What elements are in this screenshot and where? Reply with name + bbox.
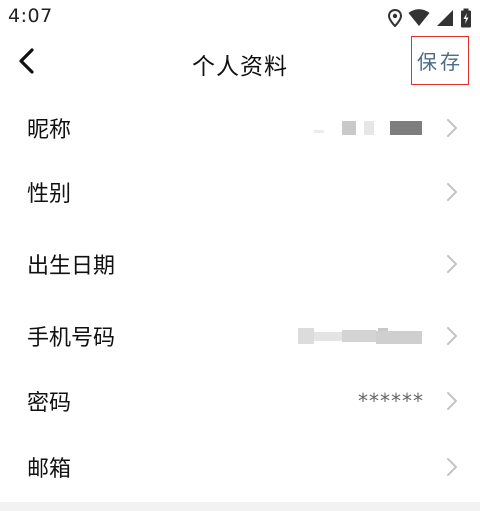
save-button[interactable]: 保存 xyxy=(411,36,469,85)
row-birthdate[interactable]: 出生日期 xyxy=(0,234,480,294)
row-label: 出生日期 xyxy=(27,254,116,279)
row-label: 邮箱 xyxy=(27,457,72,482)
status-bar: 4:07 xyxy=(0,0,480,36)
chevron-right-icon xyxy=(447,327,457,345)
chevron-right-icon xyxy=(447,255,457,273)
obscured-value xyxy=(314,120,422,136)
wifi-icon xyxy=(408,9,430,26)
chevron-right-icon xyxy=(447,119,457,137)
status-time: 4:07 xyxy=(8,5,53,27)
row-label: 密码 xyxy=(27,391,72,416)
password-mask: ****** xyxy=(358,389,424,413)
row-password[interactable]: 密码 ****** xyxy=(0,371,480,431)
battery-charging-icon xyxy=(461,8,471,28)
row-label: 手机号码 xyxy=(27,326,116,351)
row-phone[interactable]: 手机号码 xyxy=(0,306,480,366)
chevron-right-icon xyxy=(447,183,457,201)
page-title: 个人资料 xyxy=(192,54,288,80)
row-label: 性别 xyxy=(27,182,72,207)
status-icons xyxy=(388,7,472,29)
chevron-right-icon xyxy=(447,458,457,476)
row-gender[interactable]: 性别 xyxy=(0,162,480,222)
section-divider xyxy=(0,502,480,511)
signal-icon xyxy=(437,10,453,26)
location-icon xyxy=(388,9,402,27)
row-email[interactable]: 邮箱 xyxy=(0,437,480,497)
obscured-value xyxy=(298,328,422,344)
chevron-right-icon xyxy=(447,392,457,410)
row-nickname[interactable]: 昵称 xyxy=(0,98,480,158)
row-label: 昵称 xyxy=(27,118,72,143)
app-header: 个人资料 保存 xyxy=(0,36,480,90)
